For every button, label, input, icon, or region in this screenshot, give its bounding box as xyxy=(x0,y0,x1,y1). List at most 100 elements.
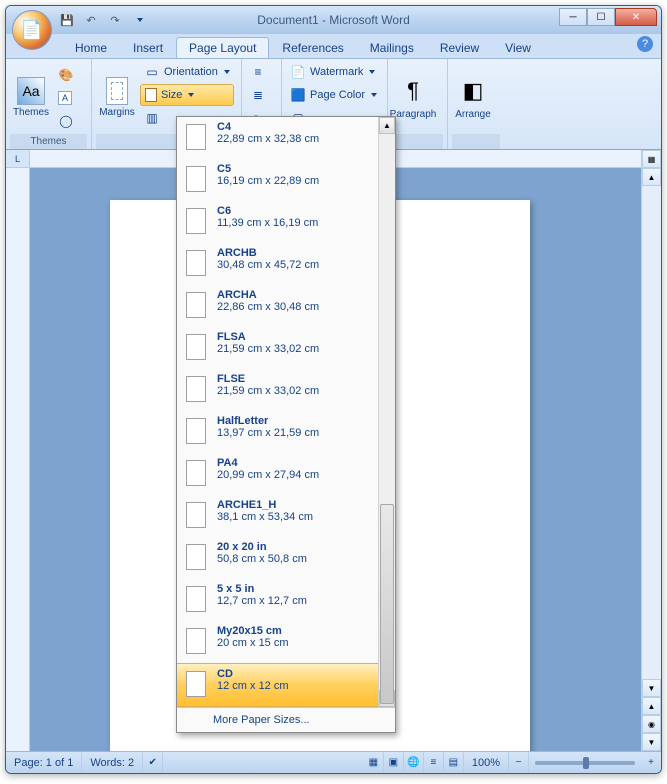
office-icon: 📄 xyxy=(21,20,43,41)
next-page-button[interactable]: ▼ xyxy=(642,733,661,751)
size-option-c4[interactable]: C422,89 cm x 32,38 cm xyxy=(177,117,395,159)
help-button[interactable]: ? xyxy=(637,36,653,52)
status-words[interactable]: Words: 2 xyxy=(82,752,143,773)
view-draft[interactable]: ▤ xyxy=(444,752,464,773)
tab-view[interactable]: View xyxy=(492,37,544,58)
undo-icon: ↶ xyxy=(86,14,95,27)
tab-insert[interactable]: Insert xyxy=(120,37,176,58)
size-option-flse[interactable]: FLSE21,59 cm x 33,02 cm xyxy=(177,369,395,411)
page-size-icon xyxy=(183,668,209,700)
page-size-icon xyxy=(183,499,209,531)
tab-references[interactable]: References xyxy=(269,37,356,58)
scroll-down-button[interactable]: ▼ xyxy=(642,679,661,697)
ribbon-tabbar: Home Insert Page Layout References Maili… xyxy=(6,34,661,58)
page-size-icon xyxy=(183,163,209,195)
theme-fonts-button[interactable]: A xyxy=(54,87,78,109)
minimize-button[interactable]: ─ xyxy=(559,8,587,26)
size-icon xyxy=(145,88,157,102)
page-size-icon xyxy=(183,583,209,615)
size-option-halfletter[interactable]: HalfLetter13,97 cm x 21,59 cm xyxy=(177,411,395,453)
size-option-pa4[interactable]: PA420,99 cm x 27,94 cm xyxy=(177,453,395,495)
tab-home[interactable]: Home xyxy=(62,37,120,58)
group-themes: Aa Themes 🎨 A ◯ Themes xyxy=(6,59,92,149)
page-size-icon xyxy=(183,121,209,153)
chevron-down-icon xyxy=(137,18,143,22)
page-size-icon xyxy=(183,331,209,363)
office-button[interactable]: 📄 xyxy=(12,10,52,50)
theme-colors-button[interactable]: 🎨 xyxy=(54,64,78,86)
size-option-archa[interactable]: ARCHA22,86 cm x 30,48 cm xyxy=(177,285,395,327)
size-option-c5[interactable]: C516,19 cm x 22,89 cm xyxy=(177,159,395,201)
group-label-themes: Themes xyxy=(10,134,87,149)
size-option-my20x15-cm[interactable]: My20x15 cm20 cm x 15 cm xyxy=(177,621,395,663)
ruler-toggle-button[interactable]: ▦ xyxy=(642,150,661,168)
arrange-button[interactable]: ◧ Arrange xyxy=(452,61,494,134)
qat-more-button[interactable] xyxy=(128,10,150,30)
size-option-c6[interactable]: C611,39 cm x 16,19 cm xyxy=(177,201,395,243)
more-paper-sizes[interactable]: More Paper Sizes... xyxy=(177,707,395,732)
zoom-in-button[interactable]: + xyxy=(641,752,661,773)
page-size-icon xyxy=(183,415,209,447)
browse-object-button[interactable]: ◉ xyxy=(642,715,661,733)
close-button[interactable]: ✕ xyxy=(615,8,657,26)
watermark-button[interactable]: 📄Watermark xyxy=(286,61,381,83)
zoom-out-button[interactable]: − xyxy=(509,752,529,773)
chevron-down-icon xyxy=(224,70,230,74)
vertical-ruler[interactable] xyxy=(6,168,30,751)
arrange-icon: ◧ xyxy=(457,75,489,107)
tab-review[interactable]: Review xyxy=(427,37,492,58)
page-color-icon: 🟦 xyxy=(290,87,306,103)
view-outline[interactable]: ≡ xyxy=(424,752,444,773)
chevron-down-icon xyxy=(371,93,377,97)
status-proofing[interactable]: ✔ xyxy=(143,752,163,773)
zoom-slider[interactable] xyxy=(535,761,635,765)
size-option-flsa[interactable]: FLSA21,59 cm x 33,02 cm xyxy=(177,327,395,369)
dd-scroll-up[interactable]: ▲ xyxy=(379,117,395,134)
redo-button[interactable]: ↷ xyxy=(104,10,126,30)
orientation-icon: ▭ xyxy=(144,64,160,80)
status-page[interactable]: Page: 1 of 1 xyxy=(6,752,82,773)
window-title: Document1 - Microsoft Word xyxy=(257,13,410,27)
chevron-down-icon xyxy=(369,70,375,74)
view-full-screen[interactable]: ▣ xyxy=(384,752,404,773)
maximize-button[interactable]: ☐ xyxy=(587,8,615,26)
scroll-track[interactable] xyxy=(642,186,661,679)
page-size-icon xyxy=(183,373,209,405)
vertical-scrollbar[interactable]: ▦ ▲ ▼ ▲ ◉ ▼ xyxy=(641,150,661,751)
colors-icon: 🎨 xyxy=(58,67,74,83)
save-button[interactable]: 💾 xyxy=(56,10,78,30)
size-option-5-x-5-in[interactable]: 5 x 5 in12,7 cm x 12,7 cm xyxy=(177,579,395,621)
themes-button[interactable]: Aa Themes xyxy=(10,61,52,134)
dd-scroll-thumb[interactable] xyxy=(380,504,394,704)
size-button[interactable]: Size xyxy=(140,84,234,106)
paragraph-button[interactable]: ¶ Paragraph xyxy=(392,61,434,134)
prev-page-button[interactable]: ▲ xyxy=(642,697,661,715)
page-color-button[interactable]: 🟦Page Color xyxy=(286,84,381,106)
titlebar: 💾 ↶ ↷ Document1 - Microsoft Word ─ ☐ ✕ xyxy=(6,6,661,34)
size-option-arche1-h[interactable]: ARCHE1_H38,1 cm x 53,34 cm xyxy=(177,495,395,537)
line-numbers-button[interactable]: ≣ xyxy=(246,84,270,106)
theme-effects-button[interactable]: ◯ xyxy=(54,110,78,132)
group-arrange: ◧ Arrange xyxy=(448,59,504,149)
view-web-layout[interactable]: 🌐 xyxy=(404,752,424,773)
columns-icon: ▥ xyxy=(144,110,160,126)
dropdown-scrollbar[interactable]: ▲▼ xyxy=(378,117,395,707)
undo-button[interactable]: ↶ xyxy=(80,10,102,30)
themes-icon: Aa xyxy=(17,77,45,105)
orientation-button[interactable]: ▭Orientation xyxy=(140,61,234,83)
size-option-archb[interactable]: ARCHB30,48 cm x 45,72 cm xyxy=(177,243,395,285)
scroll-up-button[interactable]: ▲ xyxy=(642,168,661,186)
zoom-thumb[interactable] xyxy=(583,757,589,769)
status-zoom[interactable]: 100% xyxy=(464,752,509,773)
tab-page-layout[interactable]: Page Layout xyxy=(176,37,269,58)
ruler-toggle[interactable]: L xyxy=(6,150,30,168)
redo-icon: ↷ xyxy=(110,14,119,27)
size-option-cd[interactable]: CD12 cm x 12 cm xyxy=(177,663,395,707)
margins-button[interactable]: Margins xyxy=(96,61,138,134)
tab-mailings[interactable]: Mailings xyxy=(357,37,427,58)
view-print-layout[interactable]: ▦ xyxy=(364,752,384,773)
page-size-icon xyxy=(183,205,209,237)
size-option-20-x-20-in[interactable]: 20 x 20 in50,8 cm x 50,8 cm xyxy=(177,537,395,579)
paragraph-icon: ¶ xyxy=(397,75,429,107)
breaks-button[interactable]: ≡ xyxy=(246,61,270,83)
